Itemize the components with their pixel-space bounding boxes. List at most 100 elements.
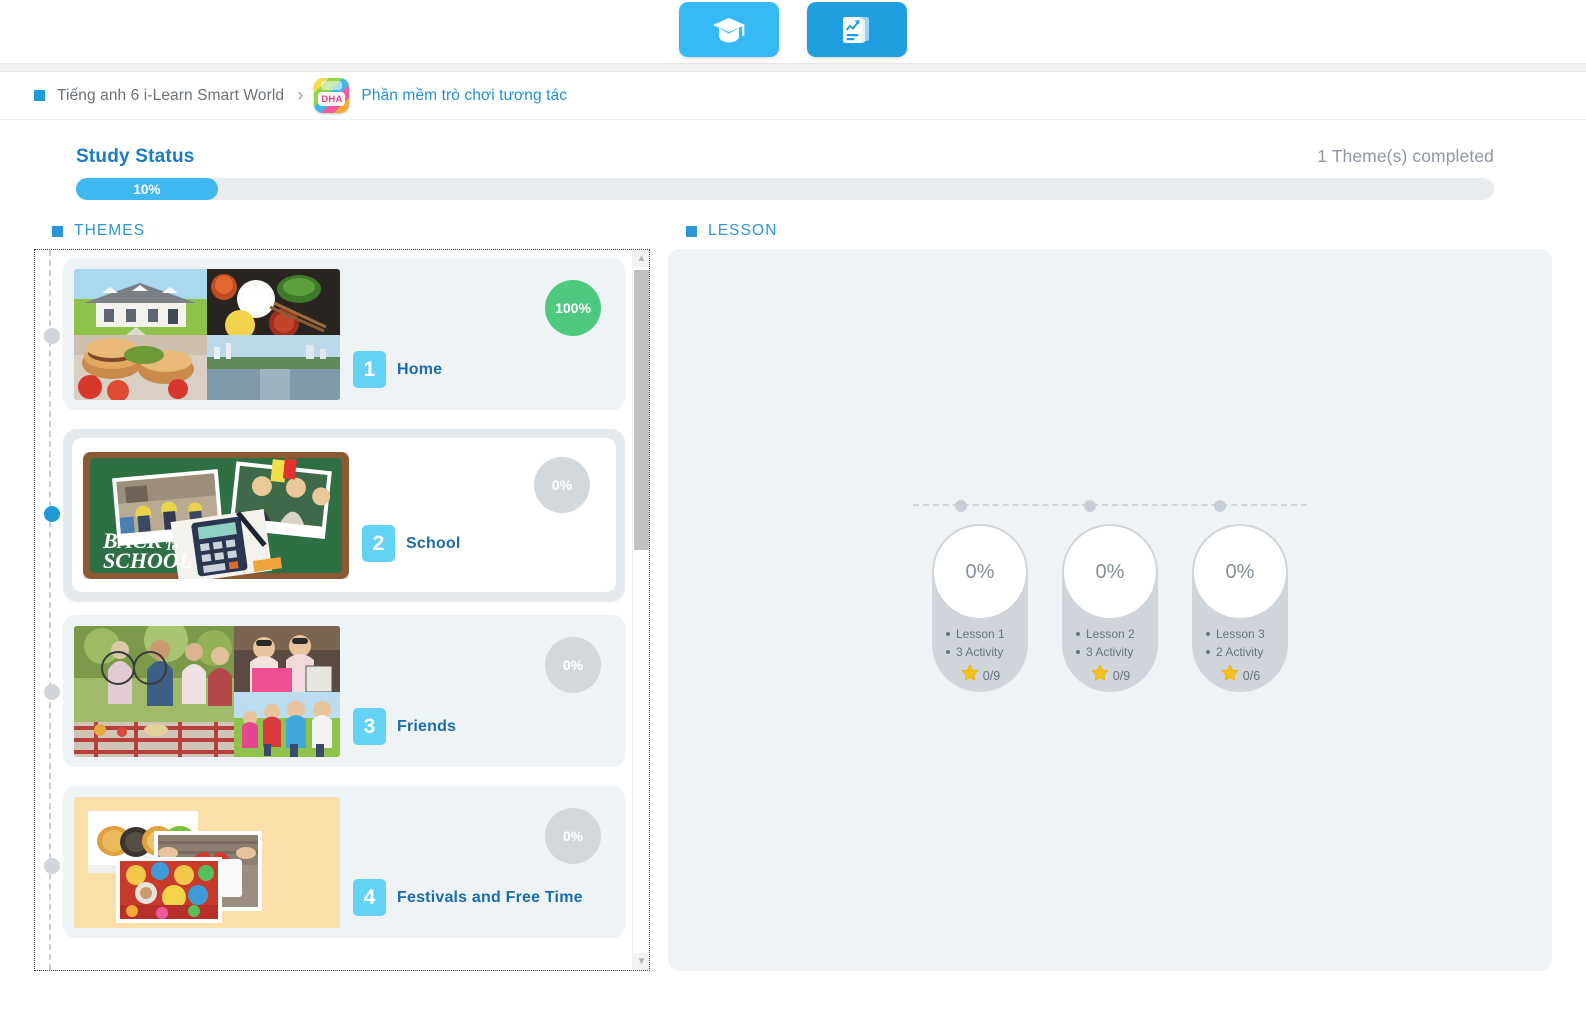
topbar-divider: [0, 63, 1586, 72]
theme-number: 4: [353, 879, 386, 916]
themes-scrollbar[interactable]: ▲ ▼: [632, 250, 649, 970]
lesson-name-row: Lesson 1: [946, 625, 1028, 643]
lesson-activity-count: 3 Activity: [1086, 645, 1134, 659]
study-status-header: Study Status 1 Theme(s) completed: [76, 146, 1494, 168]
lesson-stage: 0% Lesson 1 3 Activity 0/9 0% Lesson 2 3…: [668, 492, 1552, 692]
theme-title: School: [406, 534, 461, 552]
themes-timeline: [44, 250, 60, 970]
lesson-progress: 0%: [1064, 526, 1156, 618]
theme-card[interactable]: 1 Home 100%: [63, 258, 625, 410]
rail-dot-1: [955, 500, 967, 512]
star-icon: [960, 663, 983, 688]
breadcrumb: Tiếng anh 6 i-Learn Smart World › DHA Ph…: [0, 72, 1586, 120]
lesson-activity-row: 3 Activity: [1076, 643, 1158, 661]
content-columns: THEMES 1 Home 100% BACK To SCHOOL 2 Scho…: [0, 200, 1586, 971]
star-count: 0/9: [982, 668, 1001, 683]
theme-meta: 2 School: [362, 525, 461, 562]
lesson-name-row: Lesson 2: [1076, 625, 1158, 643]
dha-app-icon-label: DHA: [318, 92, 346, 106]
lesson-progress: 0%: [934, 526, 1026, 618]
tab-study[interactable]: [679, 2, 779, 57]
graduation-cap-icon: [712, 15, 746, 45]
svg-text:SCHOOL: SCHOOL: [103, 548, 192, 573]
theme-number: 2: [362, 525, 395, 562]
lesson-connector-rail: [913, 500, 1307, 512]
theme-card[interactable]: BACK To SCHOOL 2 School 0%: [63, 429, 625, 601]
theme-progress-badge: 0%: [545, 808, 601, 864]
theme-thumbnail-home: [74, 268, 340, 400]
lesson-activity-count: 3 Activity: [956, 645, 1004, 659]
theme-meta: 4 Festivals and Free Time: [353, 879, 583, 916]
star-icon: [1220, 663, 1243, 688]
theme-progress-badge: 0%: [545, 637, 601, 693]
star-count: 0/9: [1112, 668, 1131, 683]
lesson-progress: 0%: [1194, 526, 1286, 618]
timeline-dot-3[interactable]: [44, 684, 60, 700]
bullet-icon: [1076, 632, 1080, 636]
theme-card[interactable]: 4 Festivals and Free Time 0%: [63, 786, 625, 938]
star-icon: [1090, 663, 1113, 688]
theme-meta: 3 Friends: [353, 708, 456, 745]
lesson-name-row: Lesson 3: [1206, 625, 1288, 643]
rail-dot-2: [1084, 500, 1096, 512]
breadcrumb-bullet-icon: [34, 90, 45, 101]
report-chart-icon: [841, 14, 873, 46]
breadcrumb-current-link[interactable]: Phần mềm trò chơi tương tác: [361, 87, 567, 105]
lesson-cards: 0% Lesson 1 3 Activity 0/9 0% Lesson 2 3…: [932, 524, 1288, 692]
scroll-up-arrow-icon[interactable]: ▲: [633, 250, 649, 267]
themes-bullet-icon: [52, 225, 63, 237]
dha-app-icon: DHA: [314, 78, 350, 113]
timeline-dot-4[interactable]: [44, 858, 60, 874]
lesson-details: Lesson 2 3 Activity: [1062, 625, 1158, 661]
lesson-details: Lesson 3 2 Activity: [1192, 625, 1288, 661]
timeline-dot-2[interactable]: [44, 506, 60, 522]
star-count: 0/6: [1242, 668, 1261, 683]
scroll-down-arrow-icon[interactable]: ▼: [633, 953, 649, 970]
lesson-card[interactable]: 0% Lesson 2 3 Activity 0/9: [1062, 524, 1158, 692]
lesson-activity-row: 2 Activity: [1206, 643, 1288, 661]
theme-thumbnail-school: BACK To SCHOOL: [83, 451, 349, 579]
theme-title: Home: [397, 360, 443, 378]
bullet-icon: [1206, 650, 1210, 654]
themes-label-text: THEMES: [74, 222, 146, 239]
timeline-dot-1[interactable]: [44, 328, 60, 344]
themes-section-label: THEMES: [34, 222, 650, 240]
lesson-section-label: LESSON: [668, 222, 1552, 240]
bullet-icon: [946, 650, 950, 654]
theme-meta: 1 Home: [353, 351, 442, 388]
theme-progress-badge: 100%: [545, 280, 601, 336]
rail-dot-3: [1214, 500, 1226, 512]
theme-thumbnail-festivals: [74, 796, 340, 928]
bullet-icon: [1076, 650, 1080, 654]
tab-report[interactable]: [807, 2, 907, 57]
themes-scroll-area: 1 Home 100% BACK To SCHOOL 2 School 0% 3…: [63, 250, 625, 970]
lesson-card[interactable]: 0% Lesson 3 2 Activity 0/6: [1192, 524, 1288, 692]
themes-column: THEMES 1 Home 100% BACK To SCHOOL 2 Scho…: [34, 222, 650, 971]
theme-title: Festivals and Free Time: [397, 888, 583, 906]
lesson-activity-row: 3 Activity: [946, 643, 1028, 661]
study-progress-bar: 10%: [76, 178, 1494, 200]
bullet-icon: [946, 632, 950, 636]
lesson-card[interactable]: 0% Lesson 1 3 Activity 0/9: [932, 524, 1028, 692]
lesson-panel: 0% Lesson 1 3 Activity 0/9 0% Lesson 2 3…: [668, 249, 1552, 971]
lesson-name: Lesson 2: [1086, 627, 1135, 641]
scrollbar-thumb[interactable]: [634, 270, 649, 550]
lesson-name: Lesson 3: [1216, 627, 1265, 641]
themes-completed-text: 1 Theme(s) completed: [1317, 146, 1494, 166]
lesson-bullet-icon: [686, 225, 697, 237]
lesson-details: Lesson 1 3 Activity: [932, 625, 1028, 661]
lesson-column: LESSON 0% Lesson 1 3 Activity 0/9 0% Les…: [668, 222, 1552, 971]
study-progress-fill: 10%: [76, 178, 218, 200]
chevron-right-icon: ›: [297, 85, 304, 106]
top-tab-bar: [0, 0, 1586, 63]
theme-thumbnail-friends: [74, 625, 340, 757]
theme-number: 1: [353, 351, 386, 388]
bullet-icon: [1206, 632, 1210, 636]
breadcrumb-root-link[interactable]: Tiếng anh 6 i-Learn Smart World: [57, 87, 284, 105]
theme-progress-badge: 0%: [534, 457, 590, 513]
theme-title: Friends: [397, 717, 457, 735]
study-status-section: Study Status 1 Theme(s) completed 10%: [0, 120, 1586, 200]
theme-number: 3: [353, 708, 386, 745]
theme-card[interactable]: 3 Friends 0%: [63, 615, 625, 767]
lesson-name: Lesson 1: [956, 627, 1005, 641]
